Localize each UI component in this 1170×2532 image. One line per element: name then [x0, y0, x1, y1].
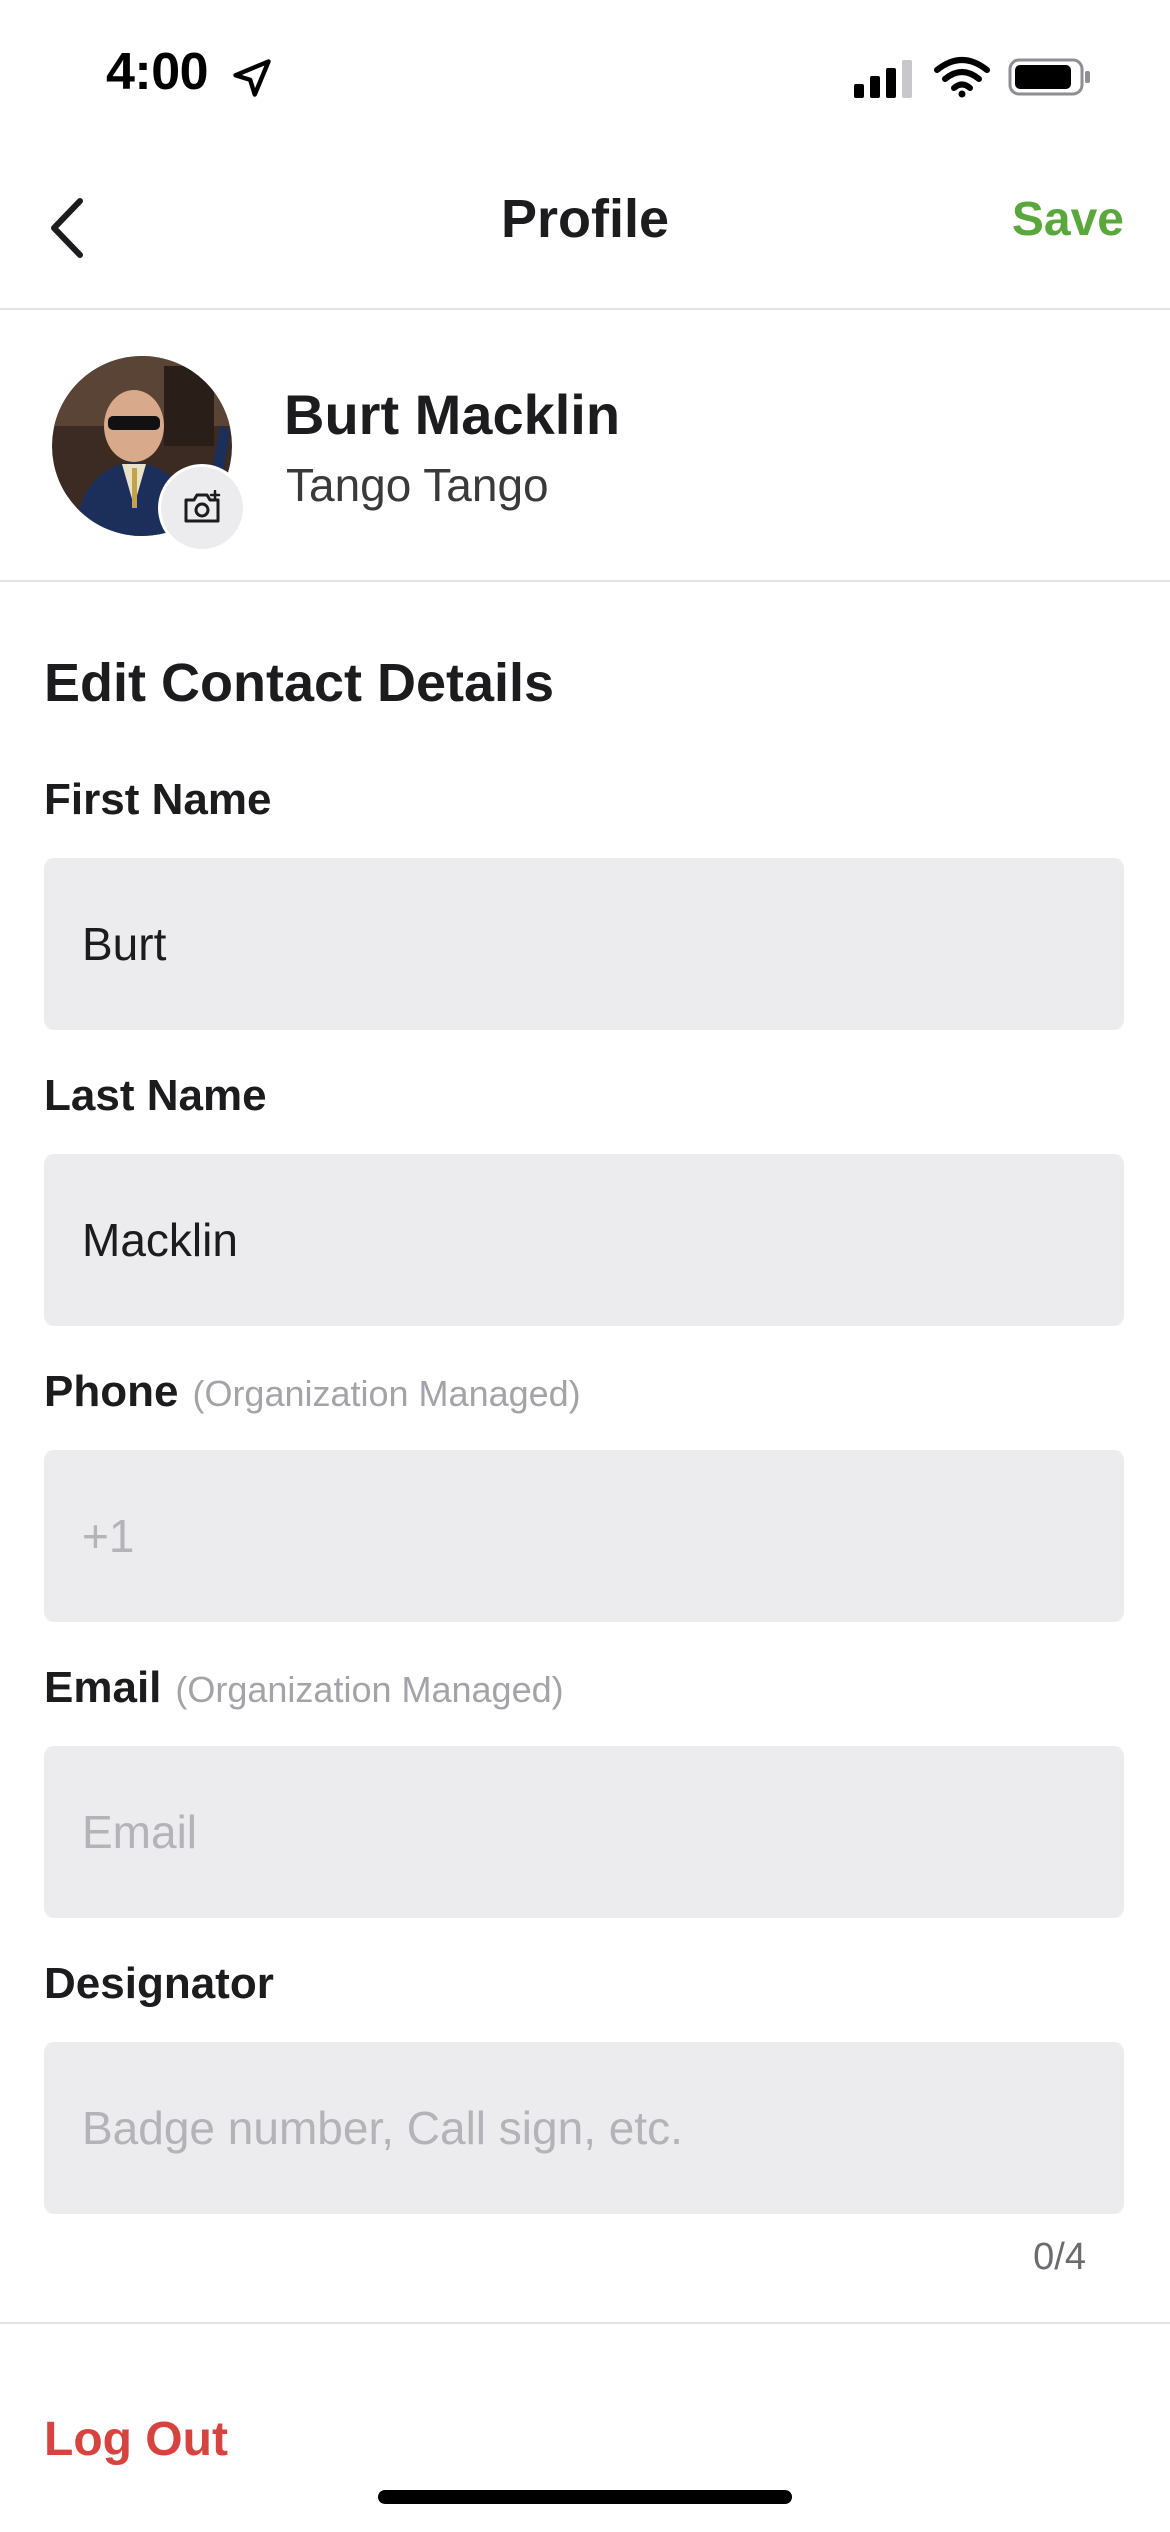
- log-out-button[interactable]: Log Out: [44, 2412, 228, 2467]
- designator-placeholder: Badge number, Call sign, etc.: [82, 2102, 683, 2154]
- designator-field[interactable]: Badge number, Call sign, etc.: [44, 2042, 1124, 2214]
- section-title: Edit Contact Details: [44, 653, 555, 713]
- email-label-text: Email: [44, 1663, 162, 1712]
- phone-label-text: Phone: [44, 1367, 179, 1416]
- profile-organization: Tango Tango: [286, 459, 549, 511]
- first-name-field[interactable]: Burt: [44, 858, 1124, 1030]
- last-name-label-text: Last Name: [44, 1071, 267, 1120]
- phone-managed-note: (Organization Managed): [192, 1373, 581, 1414]
- location-arrow-icon: [233, 59, 271, 97]
- profile-header: Burt Macklin Tango Tango: [0, 310, 1170, 582]
- change-photo-button[interactable]: [158, 464, 246, 552]
- nav-bar: Profile Save: [0, 150, 1170, 310]
- status-time: 4:00: [106, 43, 209, 101]
- last-name-label: Last Name: [44, 1071, 267, 1121]
- designator-label-text: Designator: [44, 1959, 274, 2008]
- email-placeholder: Email: [82, 1806, 198, 1858]
- profile-name: Burt Macklin: [284, 383, 621, 446]
- status-bar: 4:00: [0, 0, 1170, 150]
- camera-add-icon: [184, 490, 221, 523]
- cellular-signal-icon: [854, 60, 912, 98]
- email-field: Email: [44, 1746, 1124, 1918]
- wifi-icon: [934, 57, 990, 98]
- divider: [0, 2322, 1170, 2324]
- first-name-value: Burt: [82, 918, 167, 970]
- first-name-label-text: First Name: [44, 775, 272, 824]
- phone-field: +1: [44, 1450, 1124, 1622]
- home-indicator[interactable]: [378, 2490, 792, 2504]
- last-name-field[interactable]: Macklin: [44, 1154, 1124, 1326]
- phone-label: Phone (Organization Managed): [44, 1367, 581, 1417]
- designator-label: Designator: [44, 1959, 274, 2009]
- save-button[interactable]: Save: [1012, 192, 1124, 247]
- phone-placeholder: +1: [82, 1510, 135, 1562]
- email-label: Email (Organization Managed): [44, 1663, 564, 1713]
- email-managed-note: (Organization Managed): [175, 1669, 564, 1710]
- page-title: Profile: [500, 189, 670, 249]
- battery-icon: [1008, 58, 1090, 96]
- first-name-label: First Name: [44, 775, 271, 825]
- last-name-value: Macklin: [82, 1214, 238, 1266]
- designator-char-counter: 0/4: [1033, 2236, 1086, 2278]
